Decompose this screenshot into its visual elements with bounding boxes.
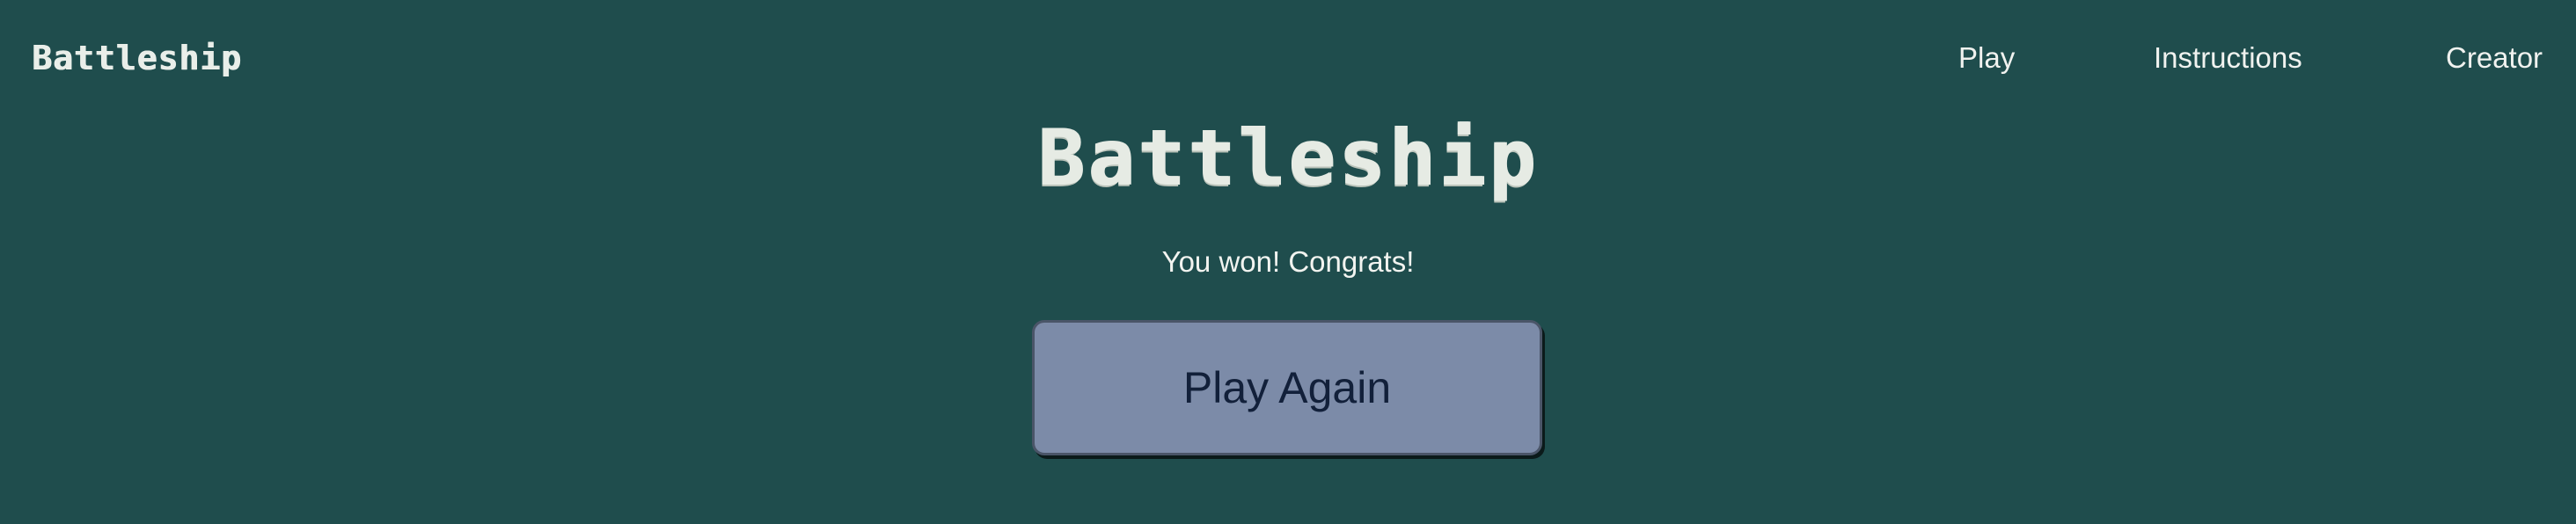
main-content: Battleship You won! Congrats! Play Again (0, 0, 2576, 524)
page-title: Battleship (1037, 113, 1539, 203)
game-status-message: You won! Congrats! (1161, 245, 1415, 278)
play-again-button[interactable]: Play Again (1032, 320, 1542, 455)
